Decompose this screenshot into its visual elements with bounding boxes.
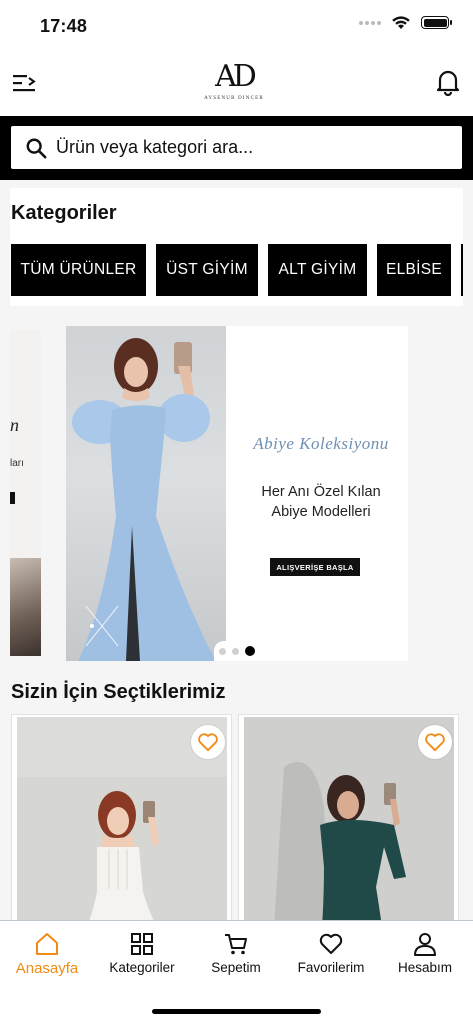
- favorite-button[interactable]: [191, 725, 225, 759]
- banner-headline-line1: Her Anı Özel Kılan: [261, 484, 381, 500]
- product-card[interactable]: [238, 714, 459, 924]
- banner-copy: Abiye Koleksiyonu Her Anı Özel Kılan Abi…: [226, 326, 408, 661]
- banner-shop-button[interactable]: ALIŞVERİŞE BAŞLA: [270, 558, 360, 576]
- home-indicator: [152, 1009, 321, 1014]
- prev-slide-photo: [10, 558, 41, 656]
- prev-slide-cta: [10, 492, 15, 504]
- search-box[interactable]: [11, 126, 462, 169]
- cart-icon: [225, 934, 247, 955]
- product-card[interactable]: [11, 714, 232, 924]
- nav-item-home[interactable]: Anasayfa: [2, 931, 92, 977]
- recommendations-title: Sizin İçin Seçtiklerimiz: [11, 681, 226, 703]
- evening-gown-illustration: [72, 338, 216, 661]
- carousel-dot[interactable]: [232, 647, 239, 655]
- menu-icon[interactable]: [12, 70, 38, 96]
- category-chip-all-products[interactable]: TÜM ÜRÜNLER: [11, 244, 146, 296]
- banner-headline-line2: Abiye Modelleri: [271, 504, 371, 520]
- banner-headline: Her Anı Özel Kılan Abiye Modelleri: [236, 482, 406, 522]
- banner-script-title: Abiye Koleksiyonu: [253, 434, 389, 453]
- home-icon: [36, 933, 58, 955]
- banner-model-photo: [66, 326, 226, 661]
- cellular-signal-icon: [359, 20, 381, 25]
- prev-slide-text: ları: [10, 458, 24, 469]
- heart-outline-icon: [198, 733, 218, 752]
- nav-label-account: Hesabım: [397, 960, 453, 975]
- categories-section: Kategoriler TÜM ÜRÜNLER ÜST GİYİM ALT Gİ…: [10, 188, 463, 306]
- carousel-pagination: [214, 641, 260, 661]
- status-icons: [359, 15, 452, 30]
- favorite-button[interactable]: [418, 725, 452, 759]
- category-chip-tops[interactable]: ÜST GİYİM: [156, 244, 258, 296]
- heart-icon: [319, 933, 343, 954]
- nav-label-favorites: Favorilerim: [297, 960, 365, 975]
- wifi-icon: [392, 16, 410, 29]
- notification-bell-icon[interactable]: [435, 68, 461, 96]
- prev-slide-script-text: n: [10, 415, 19, 435]
- search-icon: [26, 138, 47, 158]
- grid-icon: [131, 933, 153, 955]
- search-bar: [0, 116, 473, 180]
- nav-item-account[interactable]: Hesabım: [380, 931, 470, 975]
- nav-item-categories[interactable]: Kategoriler: [97, 931, 187, 975]
- logo-mark: AD: [215, 59, 257, 94]
- brand-logo[interactable]: AD AYSENUR DINCER: [196, 60, 272, 108]
- nav-item-cart[interactable]: Sepetim: [191, 931, 281, 975]
- app-bar: AD AYSENUR DINCER: [0, 52, 473, 116]
- status-bar: 17:48: [0, 0, 473, 52]
- banner-slide[interactable]: Abiye Koleksiyonu Her Anı Özel Kılan Abi…: [66, 326, 408, 661]
- status-time: 17:48: [40, 16, 88, 36]
- nav-item-favorites[interactable]: Favorilerim: [286, 931, 376, 975]
- nav-label-home: Anasayfa: [15, 960, 79, 977]
- categories-title: Kategoriler: [11, 202, 117, 224]
- category-chip-dresses[interactable]: ELBİSE: [377, 244, 451, 296]
- category-chip-bottoms[interactable]: ALT GİYİM: [268, 244, 367, 296]
- nav-label-categories: Kategoriler: [109, 960, 175, 975]
- carousel-dot[interactable]: [219, 647, 226, 655]
- battery-icon: [421, 16, 452, 29]
- carousel-dot-active[interactable]: [245, 646, 255, 656]
- user-icon: [414, 933, 436, 956]
- category-chip-partial[interactable]: [461, 244, 463, 296]
- logo-subtitle: AYSENUR DINCER: [204, 96, 264, 101]
- nav-label-cart: Sepetim: [211, 960, 261, 975]
- heart-outline-icon: [425, 733, 445, 752]
- search-input[interactable]: [56, 137, 436, 158]
- banner-previous-slide[interactable]: n ları: [10, 330, 41, 656]
